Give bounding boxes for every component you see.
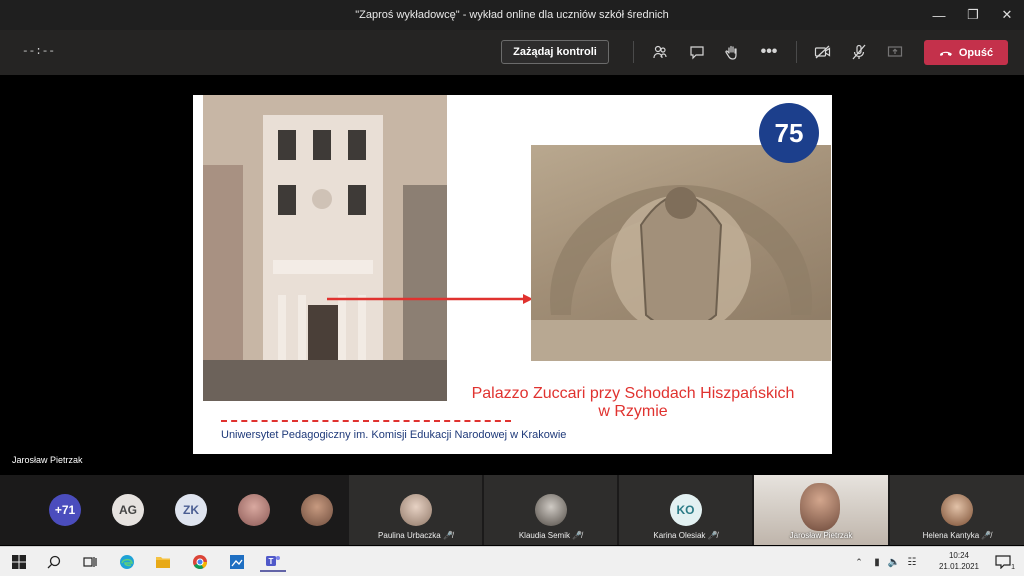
slide-divider xyxy=(221,420,511,422)
participants-icon[interactable] xyxy=(647,40,673,64)
svg-text:T: T xyxy=(269,557,274,566)
clock-date: 21.01.2021 xyxy=(938,562,980,571)
window-title: "Zaproś wykładowcę" - wykład online dla … xyxy=(355,9,669,21)
mic-off-icon[interactable] xyxy=(846,40,872,64)
participant-name: Paulina Urbaczka 🎤̸ xyxy=(378,531,453,540)
participant-video-tile[interactable]: Jarosław Pietrzak xyxy=(754,475,888,545)
task-view-icon[interactable] xyxy=(77,552,103,572)
windows-start-icon[interactable] xyxy=(6,552,32,572)
title-bar: "Zaproś wykładowcę" - wykład online dla … xyxy=(0,0,1024,30)
teams-app-icon[interactable]: T xyxy=(260,552,286,572)
clock-time: 10:24 xyxy=(948,551,970,560)
mic-off-icon: 🎤̸ xyxy=(442,531,453,540)
network-icon[interactable]: ☷ xyxy=(899,552,925,572)
participant-photo-avatar xyxy=(399,494,432,526)
leave-button[interactable]: Opuść xyxy=(924,40,1008,65)
participant-avatar: KO xyxy=(669,494,702,526)
mic-off-icon: 🎤̸ xyxy=(572,531,583,540)
participant-photo-avatar xyxy=(534,494,567,526)
camera-off-icon[interactable] xyxy=(810,40,836,64)
university-anniversary-logo: 75 xyxy=(759,103,819,163)
mic-off-icon: 🎤̸ xyxy=(981,531,992,540)
window-controls: — ❐ ✕ xyxy=(922,0,1024,30)
participant-avatar[interactable]: ZK xyxy=(175,494,207,526)
more-participants-badge[interactable]: +71 xyxy=(49,494,81,526)
hang-up-icon xyxy=(939,51,952,56)
raise-hand-icon[interactable] xyxy=(719,40,745,64)
more-options-icon[interactable]: ••• xyxy=(756,40,782,64)
remote-desktop-icon[interactable] xyxy=(224,552,250,572)
restore-icon[interactable]: ❐ xyxy=(956,0,990,30)
chrome-browser-icon[interactable] xyxy=(187,552,213,572)
minimize-icon[interactable]: — xyxy=(922,0,956,30)
teams-meeting-window: "Zaproś wykładowcę" - wykład online dla … xyxy=(0,0,1024,576)
notification-count: 1 xyxy=(1011,564,1015,571)
edge-browser-icon[interactable] xyxy=(114,552,140,572)
mic-off-icon: 🎤̸ xyxy=(707,531,718,540)
search-icon[interactable] xyxy=(41,552,67,572)
participant-tile[interactable]: Helena Kantyka 🎤̸ xyxy=(890,475,1024,545)
participant-avatar[interactable]: AG xyxy=(112,494,144,526)
palazzo-building-photo xyxy=(203,95,447,401)
participant-name: Helena Kantyka 🎤̸ xyxy=(922,531,992,540)
shared-presentation-slide: 75 Palazzo Zuccari przy Schodach Hiszpań… xyxy=(193,95,832,454)
share-screen-icon[interactable] xyxy=(882,40,908,64)
participant-tile[interactable]: KO Karina Olesiak 🎤̸ xyxy=(619,475,752,545)
participant-photo-avatar xyxy=(941,494,973,526)
notification-center-icon[interactable]: 1 xyxy=(990,552,1016,572)
slide-caption: Palazzo Zuccari przy Schodach Hiszpański… xyxy=(471,385,795,420)
participant-tile[interactable]: Klaudia Semik 🎤̸ xyxy=(484,475,617,545)
participant-name: Klaudia Semik 🎤̸ xyxy=(518,531,583,540)
participant-tile[interactable]: Paulina Urbaczka 🎤̸ xyxy=(349,475,482,545)
toolbar-divider xyxy=(796,41,797,63)
participant-photo-avatar[interactable] xyxy=(238,494,270,526)
participant-video xyxy=(800,483,840,531)
toolbar-divider xyxy=(633,41,634,63)
pointer-arrow xyxy=(327,294,533,304)
slide-footer: Uniwersytet Pedagogiczny im. Komisji Edu… xyxy=(221,429,567,441)
close-icon[interactable]: ✕ xyxy=(990,0,1024,30)
chat-icon[interactable] xyxy=(684,40,710,64)
presenter-name: Jarosław Pietrzak xyxy=(12,455,83,465)
coat-of-arms-relief-photo xyxy=(531,145,831,361)
windows-taskbar: T ⌃ ▮ 🔈 ☷ 10:24 21.01.2021 1 xyxy=(0,546,1024,576)
participant-photo-avatar[interactable] xyxy=(301,494,333,526)
call-timer: --:-- xyxy=(22,46,56,58)
participant-name: Karina Olesiak 🎤̸ xyxy=(653,531,718,540)
system-clock[interactable]: 10:24 21.01.2021 xyxy=(930,550,988,572)
leave-label: Opuść xyxy=(958,46,994,59)
request-control-button[interactable]: Zażądaj kontroli xyxy=(501,40,609,64)
file-explorer-icon[interactable] xyxy=(150,552,176,572)
participant-name: Jarosław Pietrzak xyxy=(789,531,853,540)
